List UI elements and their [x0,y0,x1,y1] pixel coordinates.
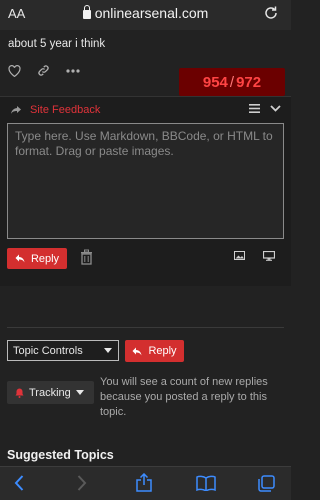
post-body: about 5 year i think [8,38,106,50]
share-reply-icon [11,106,21,114]
image-upload-icon[interactable] [234,251,245,260]
reply-label: Reply [30,252,60,265]
suggested-topics-heading: Suggested Topics [7,448,114,462]
post-progress-counter[interactable]: 954/972 [179,68,285,96]
counter-total: 972 [236,73,262,91]
address-bar[interactable]: onlinearsenal.com [0,5,291,21]
desktop-preview-icon[interactable] [263,251,275,261]
reply-composer: Site Feedback Type here. Use Markdown, B… [0,96,291,286]
tracking-label: Tracking [29,386,71,399]
toolbar-menu-icon[interactable] [249,104,260,113]
composer-header: Site Feedback [10,104,100,116]
topic-reply-label: Reply [148,345,177,357]
lock-icon [82,5,91,19]
caret-down-icon [75,390,84,395]
composer-reply-button[interactable]: Reply [7,248,67,269]
section-divider [7,327,284,328]
reply-icon [15,254,25,263]
composer-tools [249,104,281,113]
share-icon[interactable] [136,473,152,492]
tracking-description: You will see a count of new replies beca… [100,376,268,418]
composer-category[interactable]: Site Feedback [30,104,100,116]
heart-icon[interactable] [8,64,21,77]
post-actions [8,64,80,77]
tracking-dropdown[interactable]: Tracking [7,381,94,404]
counter-separator: / [229,73,235,91]
link-icon[interactable] [37,64,50,77]
bell-icon [15,388,24,398]
topic-controls-label: Topic Controls [13,344,83,357]
editor-placeholder: Type here. Use Markdown, BBCode, or HTML… [15,129,273,158]
url-text: onlinearsenal.com [94,5,209,21]
bookmarks-icon[interactable] [196,475,216,491]
caret-down-icon [104,348,112,353]
back-icon[interactable] [14,475,24,491]
browser-top-bar: AA onlinearsenal.com [0,0,291,30]
counter-current: 954 [202,73,228,91]
reply-editor[interactable]: Type here. Use Markdown, BBCode, or HTML… [7,123,284,239]
topic-reply-button[interactable]: Reply [125,340,184,362]
topic-controls-select[interactable]: Topic Controls [7,340,119,361]
browser-bottom-bar [0,466,291,500]
forward-icon[interactable] [77,475,87,491]
more-options-icon[interactable] [66,68,80,73]
reply-icon [132,347,142,355]
tabs-icon[interactable] [258,475,275,492]
trash-icon[interactable] [80,249,93,265]
reload-icon[interactable] [263,5,279,21]
chevron-down-icon[interactable] [270,105,281,112]
